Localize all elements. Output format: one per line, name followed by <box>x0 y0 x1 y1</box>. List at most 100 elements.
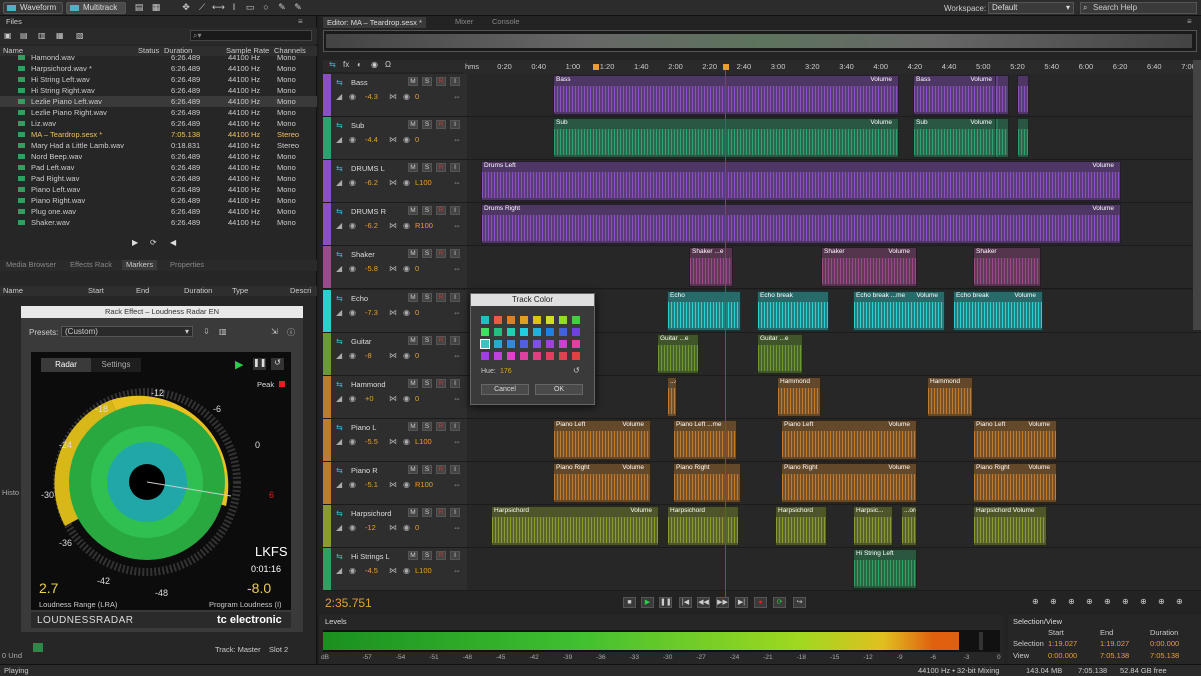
monitor-button[interactable]: I <box>450 120 460 130</box>
audio-clip[interactable]: Piano Right <box>673 462 741 503</box>
files-panel-tab[interactable]: Files <box>2 17 26 27</box>
go-to-end-button[interactable]: ▶| <box>735 597 748 608</box>
col-marker-start[interactable]: Start <box>88 286 104 295</box>
pan-knob-icon[interactable]: ◉ <box>403 437 410 446</box>
track-lane[interactable]: Drums Right Volume <box>467 203 1201 247</box>
solo-button[interactable]: S <box>422 249 432 259</box>
audio-clip[interactable]: Guitar ...e <box>757 333 803 374</box>
playhead[interactable] <box>725 70 726 608</box>
track-name[interactable]: DRUMS R <box>351 207 386 216</box>
audio-clip[interactable]: Bass Volume <box>553 75 899 115</box>
monitor-button[interactable]: I <box>450 292 460 302</box>
lane-toggle-icon[interactable]: ⇔ <box>453 394 461 403</box>
volume-knob-icon[interactable]: ◉ <box>349 437 356 446</box>
file-row[interactable]: Lezlie Piano Right.wav 6:26.489 44100 Hz Mo… <box>0 107 317 118</box>
solo-button[interactable]: S <box>422 551 432 561</box>
mute-button[interactable]: M <box>408 249 418 259</box>
pan-knob-icon[interactable]: ◉ <box>403 523 410 532</box>
track-color-strip[interactable] <box>323 246 331 289</box>
file-row[interactable]: MA – Teardrop.sesx * 7:05.138 44100 Hz Ster… <box>0 129 317 140</box>
expand-icon[interactable]: ⇲ <box>271 327 278 336</box>
color-swatch[interactable] <box>559 316 567 324</box>
audio-clip[interactable]: Echo <box>667 290 741 331</box>
track-volume-value[interactable]: -5.1 <box>365 480 378 489</box>
audio-clip[interactable]: Shaker Volume <box>821 247 917 288</box>
insert-icon[interactable]: ▦ <box>56 31 64 40</box>
file-row[interactable]: Harpsichord.wav * 6:26.489 44100 Hz Mono <box>0 63 317 74</box>
tab-settings[interactable]: Settings <box>91 358 141 372</box>
audio-clip[interactable]: Guitar ...e <box>657 333 699 374</box>
file-row[interactable]: Hamond.wav 6:26.489 44100 Hz Mono <box>0 52 317 63</box>
track-lane[interactable]: Drums Left Volume <box>467 160 1201 204</box>
track-color-strip[interactable] <box>323 418 331 461</box>
vertical-scrollbar[interactable] <box>1193 60 1201 330</box>
record-arm-button[interactable]: R <box>436 508 446 517</box>
audio-clip[interactable]: Piano Left Volume <box>973 419 1057 460</box>
pan-knob-icon[interactable]: ◉ <box>403 480 410 489</box>
audio-clip[interactable]: Harpsichord <box>667 506 739 546</box>
audio-clip[interactable]: Echo break <box>757 290 829 331</box>
tab-media-browser[interactable]: Media Browser <box>2 260 60 270</box>
pitch-display-icon[interactable]: ▦ <box>150 2 162 13</box>
rewind-button[interactable]: ◀◀ <box>697 597 710 608</box>
audio-clip[interactable] <box>1017 75 1029 115</box>
monitor-button[interactable]: I <box>450 77 460 86</box>
zoom-in-end-icon[interactable]: ⊕ <box>1158 597 1165 606</box>
record-arm-button[interactable]: R <box>436 378 446 388</box>
monitor-button[interactable]: I <box>450 508 460 517</box>
mute-button[interactable]: M <box>408 421 418 431</box>
skip-button[interactable]: ↪ <box>793 597 806 608</box>
color-swatch[interactable] <box>546 352 554 360</box>
track-header[interactable]: ⇆ DRUMS R M S R I ◢ ◉ -6.2 ⋈ ◉ R100 ⇔ <box>323 203 467 247</box>
track-name[interactable]: Sub <box>351 121 364 130</box>
track-volume-value[interactable]: -4.3 <box>365 92 378 101</box>
track-volume-value[interactable]: -4.5 <box>365 566 378 575</box>
volume-knob-icon[interactable]: ◉ <box>349 264 356 273</box>
audio-clip[interactable]: Piano Right Volume <box>973 462 1057 503</box>
track-volume-value[interactable]: -7.3 <box>365 308 378 317</box>
track-header[interactable]: ⇆ Sub M S R I ◢ ◉ -4.4 ⋈ ◉ 0 ⇔ <box>323 117 467 161</box>
file-row[interactable]: Piano Right.wav 6:26.489 44100 Hz Mono <box>0 195 317 206</box>
console-tab[interactable]: Console <box>492 17 520 26</box>
track-name[interactable]: Harpsichord <box>351 509 391 518</box>
record-arm-button[interactable]: R <box>436 551 446 561</box>
track-lane[interactable]: Shaker ...e Shaker Volume Shaker <box>467 246 1201 290</box>
move-tool-icon[interactable]: ✥ <box>180 2 192 13</box>
audio-clip[interactable]: Sub Volume <box>553 118 899 159</box>
file-row[interactable]: Piano Left.wav 6:26.489 44100 Hz Mono <box>0 184 317 195</box>
history-tab[interactable]: Histo <box>2 488 19 497</box>
zoom-out-amplitude-icon[interactable]: ⊕ <box>1050 597 1057 606</box>
file-row[interactable]: Mary Had a Little Lamb.wav 0:18.831 44100 … <box>0 140 317 151</box>
track-lane[interactable]: Hi String Left <box>467 548 1201 592</box>
mute-button[interactable]: M <box>408 508 418 517</box>
stop-button[interactable]: ■ <box>623 597 636 608</box>
file-row[interactable]: Nord Beep.wav 6:26.489 44100 Hz Mono <box>0 151 317 162</box>
view-start-field[interactable]: 0:00.000 <box>1048 651 1077 660</box>
mute-button[interactable]: M <box>408 77 418 86</box>
col-marker-type[interactable]: Type <box>232 286 248 295</box>
selection-end-field[interactable]: 1:19.027 <box>1100 639 1129 648</box>
track-name[interactable]: Echo <box>351 294 368 303</box>
monitor-button[interactable]: I <box>450 551 460 561</box>
files-search-input[interactable]: ⌕▾ <box>190 30 312 41</box>
pause-icon[interactable]: ❚❚ <box>253 358 266 370</box>
audio-clip[interactable]: Piano Left ...me <box>673 419 737 460</box>
audio-clip[interactable]: Harpsichord Volume <box>973 506 1047 546</box>
tab-radar[interactable]: Radar <box>41 358 91 372</box>
volume-knob-icon[interactable]: ◉ <box>349 92 356 101</box>
cancel-button[interactable]: Cancel <box>481 384 529 395</box>
track-lane[interactable]: Bass Volume Bass Volume <box>467 74 1201 117</box>
play-icon[interactable]: ▶ <box>132 238 138 247</box>
waveform-button[interactable]: Waveform <box>3 2 63 14</box>
loop-icon[interactable]: ⟳ <box>150 238 157 247</box>
marquee-icon[interactable]: ▭ <box>244 2 256 13</box>
track-name[interactable]: Hammond <box>351 380 386 389</box>
color-swatch[interactable] <box>507 328 515 336</box>
audio-clip[interactable]: Drums Left Volume <box>481 161 1121 202</box>
track-volume-value[interactable]: -6.2 <box>365 221 378 230</box>
track-lane[interactable]: Sub Volume Sub Volume <box>467 117 1201 161</box>
solo-button[interactable]: S <box>422 120 432 130</box>
file-row[interactable]: Shaker.wav 6:26.489 44100 Hz Mono <box>0 217 317 228</box>
pan-knob-icon[interactable]: ◉ <box>403 178 410 187</box>
solo-button[interactable]: S <box>422 378 432 388</box>
